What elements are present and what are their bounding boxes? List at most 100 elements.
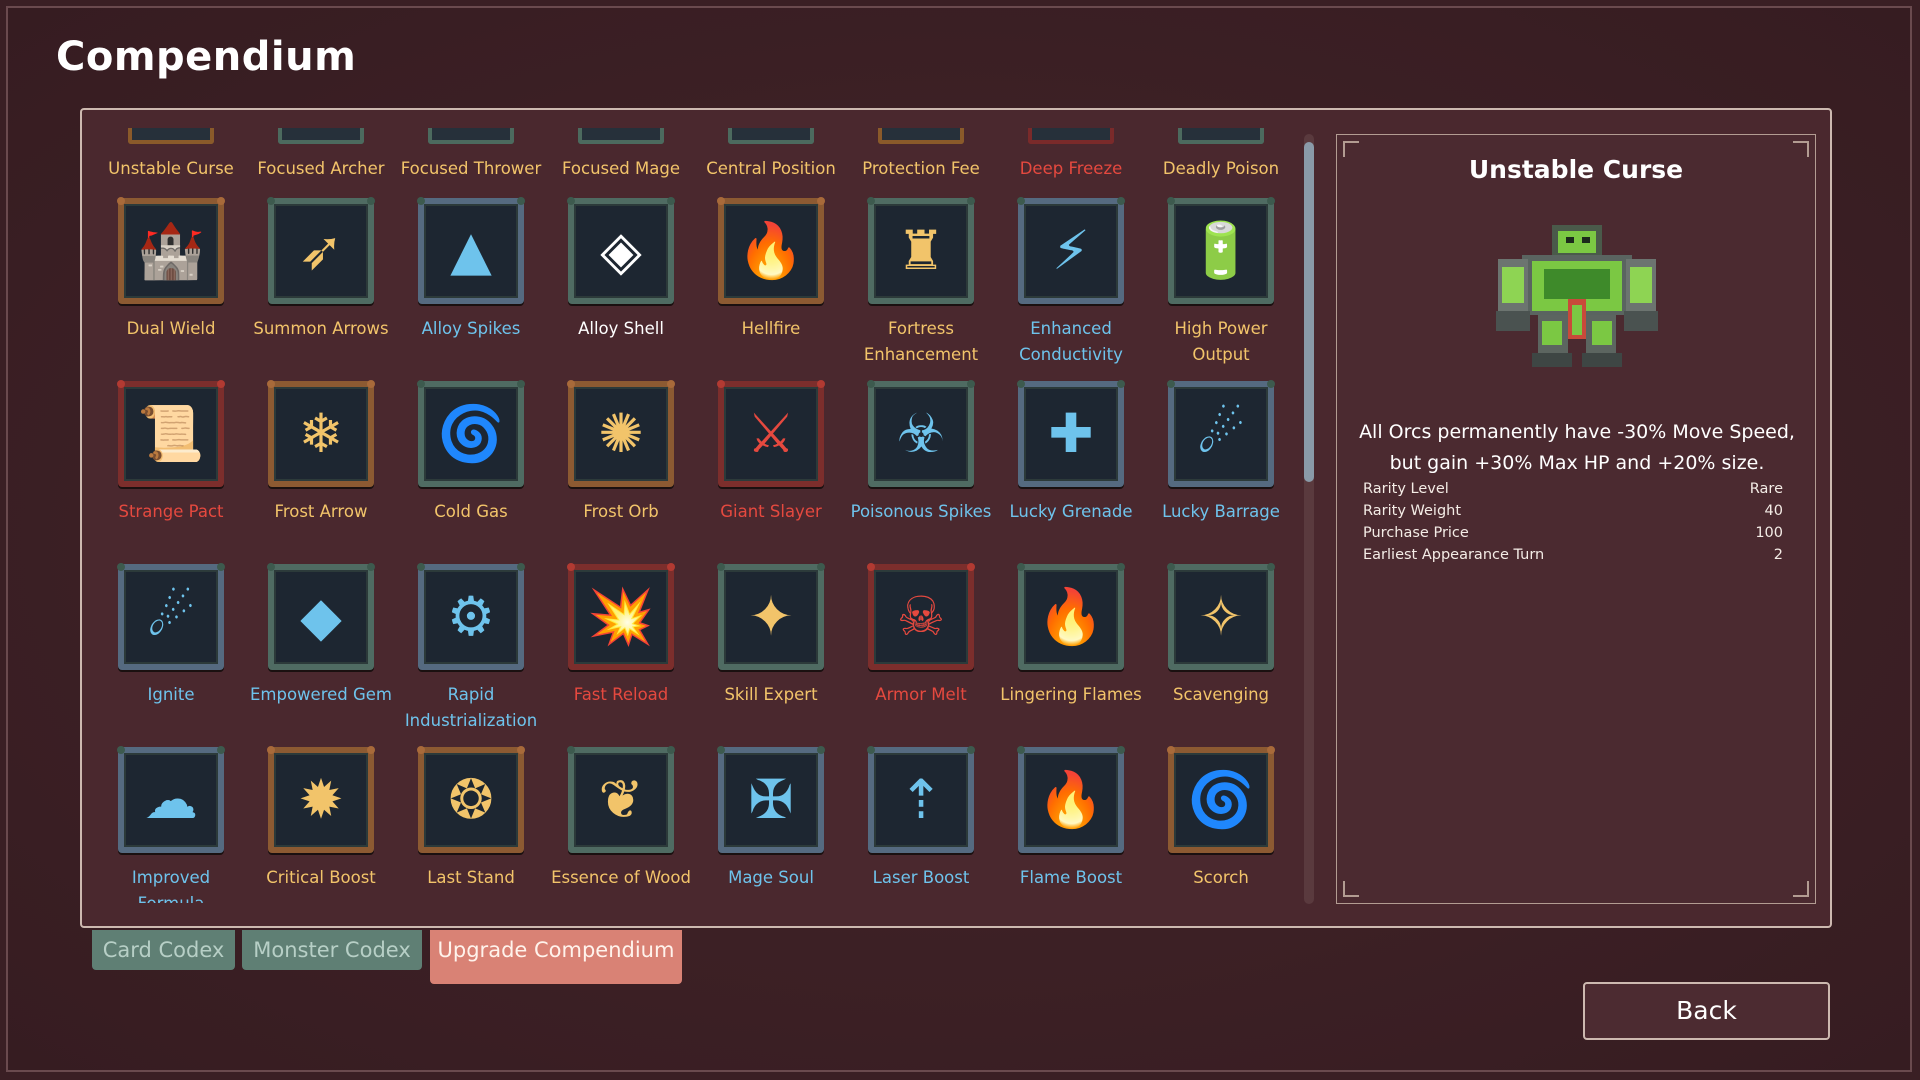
card-frame: ⇡ (867, 746, 975, 853)
tab-card-codex[interactable]: Card Codex (92, 930, 235, 970)
card-label: Poisonous Spikes (850, 502, 992, 521)
card-frame (878, 128, 964, 144)
card-label: Alloy Shell (578, 319, 664, 338)
card-frame: 🌀 (1167, 746, 1275, 853)
card-label: Hellfire (741, 319, 801, 338)
card-label: Focused Archer (257, 159, 385, 178)
card-label: Flame Boost (1019, 868, 1123, 887)
contract-scroll-icon: 📜 (137, 402, 205, 465)
critical-burst-icon: ✹ (298, 768, 344, 831)
stat-row: Purchase Price 100 (1363, 525, 1783, 547)
upgrade-grid[interactable]: Unstable Curse Focused Archer Focused Thro… (96, 128, 1296, 903)
card-frame: 🔥 (717, 197, 825, 304)
card-label: Frost Orb (583, 502, 659, 521)
scrollbar-thumb[interactable] (1304, 142, 1314, 482)
card-frame: 🔥 (1017, 563, 1125, 670)
card-label: Empowered Gem (249, 685, 392, 704)
panel-corner (1343, 881, 1359, 897)
card-frame: ☄ (117, 563, 225, 670)
card-frame: ✦ (717, 563, 825, 670)
card-label: Protection Fee (862, 159, 980, 178)
card-label: Deep Freeze (1019, 159, 1123, 178)
stat-row: Earliest Appearance Turn 2 (1363, 547, 1783, 569)
card-label: Giant Slayer (720, 502, 822, 521)
card-label: Fortress Enhancement (863, 319, 979, 364)
poison-cloud-icon: ☁ (144, 768, 198, 831)
card-frame (578, 128, 664, 144)
card-frame: 🏰 (117, 197, 225, 304)
grenade-canister-icon: ✚ (1048, 402, 1094, 465)
card-label: Armor Melt (875, 685, 967, 704)
card-frame: ⚔ (717, 380, 825, 487)
energy-battery-icon: 🔋 (1187, 219, 1255, 282)
metal-spike-icon: ▲ (450, 219, 492, 282)
stat-value: 100 (1755, 525, 1783, 541)
grid-scrollbar[interactable] (1304, 134, 1314, 904)
card-frame: 💥 (567, 563, 675, 670)
frost-arrow-icon: ❄ (298, 402, 344, 465)
partial-top-row: Unstable Curse Focused Archer Focused Thro… (96, 128, 1296, 188)
card-frame (728, 128, 814, 144)
card-frame (128, 128, 214, 144)
card-label: Critical Boost (266, 868, 376, 887)
card-label: Mage Soul (728, 868, 814, 887)
stat-row: Rarity Weight 40 (1363, 503, 1783, 525)
stat-key: Earliest Appearance Turn (1363, 547, 1545, 563)
detail-description: All Orcs permanently have -30% Move Spee… (1359, 421, 1795, 474)
card-label: Lucky Grenade (1009, 502, 1133, 521)
card-frame: ✹ (267, 746, 375, 853)
card-frame: ✚ (1017, 380, 1125, 487)
card-frame: 🔋 (1167, 197, 1275, 304)
crossed-lightning-icon: ⚡ (1052, 219, 1090, 282)
crystal-dome-icon: ❂ (448, 768, 494, 831)
ignite-fireball-icon: ☄ (146, 585, 196, 648)
card-label: Central Position (706, 159, 836, 178)
card-label: Focused Mage (562, 159, 680, 178)
card-frame: ✧ (1167, 563, 1275, 670)
fortress-tower-icon: ♜ (896, 219, 946, 282)
flame-pillar-icon: 🔥 (1037, 768, 1105, 831)
card-label: Rapid Industrialization (404, 685, 538, 730)
page-title: Compendium (56, 34, 357, 80)
card-label: Scavenging (1172, 685, 1270, 704)
card-frame: ♜ (867, 197, 975, 304)
card-label: Scorch (1193, 868, 1249, 887)
card-frame: ✺ (567, 380, 675, 487)
tab-upgrade-compendium[interactable]: Upgrade Compendium (430, 930, 682, 984)
card-frame: 🔥 (1017, 746, 1125, 853)
card-label: Unstable Curse (108, 159, 234, 178)
card-label: Skill Expert (724, 685, 818, 704)
laser-beam-icon: ⇡ (898, 768, 944, 831)
card-label: Deadly Poison (1162, 159, 1280, 178)
frost-orb-icon: ✺ (598, 402, 644, 465)
barrel-gear-icon: ⚙ (446, 585, 496, 648)
back-button[interactable]: Back (1583, 982, 1830, 1040)
blue-gem-icon: ◆ (300, 585, 342, 648)
cannon-icon: 💥 (587, 585, 655, 648)
card-frame (1178, 128, 1264, 144)
card-label: Cold Gas (434, 502, 508, 521)
card-label: High Power Output (1174, 319, 1268, 364)
flame-ring-icon: 🔥 (1037, 585, 1105, 648)
card-label: Dual Wield (126, 319, 216, 338)
detail-panel: Unstable Curse All Orcs permanently have… (1336, 134, 1816, 904)
rainbow-scroll-icon: ✦ (748, 585, 794, 648)
stat-value: 40 (1764, 503, 1783, 519)
card-label: Lingering Flames (1000, 685, 1142, 704)
card-frame: ☁ (117, 746, 225, 853)
panel-corner (1793, 881, 1809, 897)
card-label: Alloy Spikes (421, 319, 521, 338)
wood-block-icon: ❦ (598, 768, 644, 831)
card-label: Laser Boost (872, 868, 970, 887)
card-label: Strange Pact (118, 502, 224, 521)
card-label: Fast Reload (573, 685, 669, 704)
fire-vortex-icon: 🌀 (1187, 768, 1255, 831)
stat-key: Purchase Price (1363, 525, 1469, 541)
card-label: Summon Arrows (253, 319, 389, 338)
fire-barrage-icon: ☄ (1196, 402, 1246, 465)
card-frame: ☣ (867, 380, 975, 487)
card-label: Last Stand (427, 868, 515, 887)
card-frame: ❂ (417, 746, 525, 853)
tab-monster-codex[interactable]: Monster Codex (242, 930, 422, 970)
green-orc-golem-icon (1496, 225, 1658, 367)
